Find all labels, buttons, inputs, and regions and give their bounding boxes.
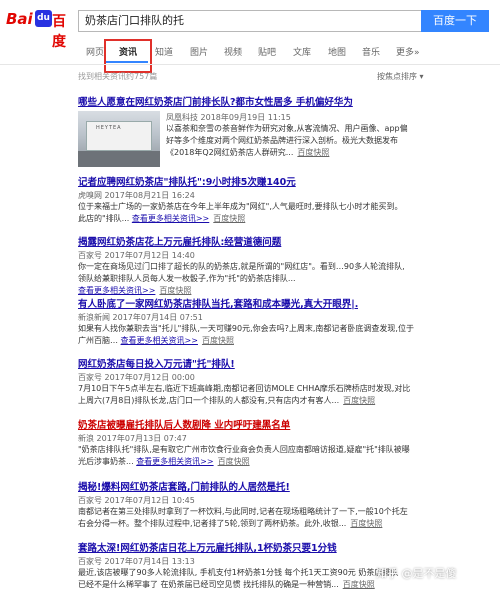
result-item: 网红奶茶店每日投入万元请"托"排队! 百家号 2017年07月12日 00:00… xyxy=(78,358,438,407)
snapshot-link[interactable]: 百度快照 xyxy=(350,519,382,528)
result-abstract-line: 好等多个维度对两个网红奶茶品牌进行深入剖析。极光大数据发布 xyxy=(166,136,398,145)
result-footer: 广州百脑… 查看更多相关资讯>> 百度快照 xyxy=(78,335,358,347)
result-meta: 百家号 2017年07月12日 10:45 xyxy=(78,496,195,505)
result-item: 揭露网红奶茶店花上万元雇托排队:经营道德问题 百家号 2017年07月12日 1… xyxy=(78,236,438,297)
tab-wenku[interactable]: 文库 xyxy=(293,45,311,58)
result-item: 哪些人愿意在网红奶茶店门前排长队?都市女性居多 手机偏好华为 xyxy=(78,96,378,109)
abstract-text: 《2018年Q2网红奶茶店人群研究... xyxy=(166,148,294,157)
result-meta: 凤凰科技 2018年09月19日 11:15 xyxy=(166,113,291,122)
result-title[interactable]: 揭秘!爆料网红奶茶店套路,门前排队的人居然是托! xyxy=(78,481,438,494)
result-item: 记者应聘网红奶茶店"排队托":9小时排5次赚140元 虎嗅网 2017年08月2… xyxy=(78,176,438,225)
result-item: 有人卧底了一家网红奶茶店排队当托,套路和成本曝光,真大开眼界|... 新浪新闻 … xyxy=(78,298,414,347)
tab-more[interactable]: 更多» xyxy=(396,45,420,58)
result-count: 找到相关资讯约757篇 xyxy=(78,72,158,81)
baidu-logo[interactable]: Bai du 百度 xyxy=(6,9,74,50)
result-title[interactable]: 网红奶茶店每日投入万元请"托"排队! xyxy=(78,358,438,371)
snapshot-link[interactable]: 百度快照 xyxy=(202,336,234,345)
result-meta: 百家号 2017年07月12日 14:40 xyxy=(78,251,195,260)
abstract-text: 上周六(7月8日)排队长龙,店门口一个排队的人都没有,只有店内才有客人... xyxy=(78,396,340,405)
abstract-text: 右会分得一杯。整个排队过程中,记者排了5轮,领到了两杯奶茶。此外,收银... xyxy=(78,519,347,528)
store-sign-text: HEYTEA xyxy=(96,125,122,131)
abstract-text: 此店的"排队... xyxy=(78,214,130,223)
snapshot-link[interactable]: 百度快照 xyxy=(159,286,191,295)
abstract-text: 已经不是什么稀罕事了 在奶茶届已经司空见惯 找托排队的确是一种营销... xyxy=(78,580,339,589)
more-news-link[interactable]: 查看更多相关资讯>> xyxy=(78,286,155,295)
result-footer: 此店的"排队... 查看更多相关资讯>> 百度快照 xyxy=(78,213,438,225)
tab-web[interactable]: 网页 xyxy=(86,45,104,58)
search-input[interactable]: 奶茶店门口排队的托 xyxy=(78,10,421,32)
tab-video[interactable]: 视频 xyxy=(224,45,242,58)
result-footer: 查看更多相关资讯>> 百度快照 xyxy=(78,285,438,297)
header: Bai du 百度 奶茶店门口排队的托 百度一下 xyxy=(0,0,500,50)
more-news-link[interactable]: 查看更多相关资讯>> xyxy=(121,336,198,345)
snapshot-link[interactable]: 百度快照 xyxy=(218,457,250,466)
crowd-image xyxy=(78,151,160,167)
result-abstract-line: 《2018年Q2网红奶茶店人群研究... 百度快照 xyxy=(166,147,416,159)
result-item: 奶茶店被曝雇托排队后人数剧降 业内呼吁建黑名单 新浪 2017年07月13日 0… xyxy=(78,419,438,468)
result-abstract-line: 7月10日下午5点半左右,临近下班高峰期,南都记者回访MOLE CHHA摩乐石牌… xyxy=(78,384,411,393)
result-abstract-line: 如果有人找你兼职去当"托儿"排队,一天可赚90元,你会去吗?上周末,南都记者卧底… xyxy=(78,324,414,333)
result-title[interactable]: 记者应聘网红奶茶店"排队托":9小时排5次赚140元 xyxy=(78,176,438,189)
result-thumbnail[interactable]: HEYTEA xyxy=(78,111,160,167)
tab-images[interactable]: 图片 xyxy=(190,45,208,58)
result-body: 凤凰科技 2018年09月19日 11:15 以喜茶和奈雪の茶音鲜作为研究对象,… xyxy=(166,111,416,159)
result-title[interactable]: 奶茶店被曝雇托排队后人数剧降 业内呼吁建黑名单 xyxy=(78,419,438,432)
tab-map[interactable]: 地图 xyxy=(328,45,346,58)
logo-bai-text: Bai xyxy=(6,10,33,28)
result-title[interactable]: 有人卧底了一家网红奶茶店排队当托,套路和成本曝光,真大开眼界|... xyxy=(78,298,358,311)
tab-music[interactable]: 音乐 xyxy=(362,45,380,58)
result-meta: 新浪 2017年07月13日 07:47 xyxy=(78,434,187,443)
result-abstract-line: 你一定在商场见过门口排了超长的队的奶茶店,就是所谓的"网红店"。看到…90多人轮… xyxy=(78,262,405,271)
result-footer: 右会分得一杯。整个排队过程中,记者排了5轮,领到了两杯奶茶。此外,收银... 百度… xyxy=(78,518,438,530)
abstract-text: 光后涉事奶茶... xyxy=(78,457,134,466)
result-meta: 虎嗅网 2017年08月21日 16:24 xyxy=(78,191,195,200)
tab-bar: 网页 资讯 知道 图片 视频 贴吧 文库 地图 音乐 更多» xyxy=(0,42,500,64)
result-title[interactable]: 套路太深!网红奶茶店日花上万元雇托排队,1杯奶茶只要1分钱 xyxy=(78,542,438,555)
more-news-link[interactable]: 查看更多相关资讯>> xyxy=(136,457,213,466)
sort-dropdown[interactable]: 按焦点排序 ▾ xyxy=(377,71,424,82)
result-footer: 光后涉事奶茶... 查看更多相关资讯>> 百度快照 xyxy=(78,456,438,468)
result-abstract-line: 领队给兼职排队人员每人发一枚骰子,作为"托"的奶茶店排队... xyxy=(78,274,296,283)
abstract-text: 广州百脑… xyxy=(78,336,118,345)
result-abstract-line: 位于来福士广场的一家奶茶店在今年上半年成为"网红",人气最旺时,要排队七小时才能… xyxy=(78,202,403,211)
tab-tieba[interactable]: 贴吧 xyxy=(258,45,276,58)
result-title[interactable]: 哪些人愿意在网红奶茶店门前排长队?都市女性居多 手机偏好华为 xyxy=(78,96,378,109)
watermark: 知乎 @是不是傻 xyxy=(376,567,457,580)
paw-icon: du xyxy=(35,10,52,27)
snapshot-link[interactable]: 百度快照 xyxy=(343,580,375,589)
result-meta: 新浪新闻 2017年07月14日 07:51 xyxy=(78,313,203,322)
result-abstract-line: "奶茶店排队托"排队,是有取它广州市饮食行业商会负责人回应南都暗访报道,疑雇"托… xyxy=(78,445,410,454)
result-footer: 上周六(7月8日)排队长龙,店门口一个排队的人都没有,只有店内才有客人... 百度… xyxy=(78,395,438,407)
highlight-box xyxy=(104,39,152,73)
snapshot-link[interactable]: 百度快照 xyxy=(213,214,245,223)
result-abstract-line: 南都记者在第三处排队时拿到了一杯饮料,与此同时,记者在现场粗略统计了一下,一般1… xyxy=(78,507,408,516)
tab-divider xyxy=(0,64,500,65)
tab-zhidao[interactable]: 知道 xyxy=(155,45,173,58)
result-item: 揭秘!爆料网红奶茶店套路,门前排队的人居然是托! 百家号 2017年07月12日… xyxy=(78,481,438,530)
result-meta: 百家号 2017年07月12日 00:00 xyxy=(78,373,195,382)
snapshot-link[interactable]: 百度快照 xyxy=(343,396,375,405)
more-news-link[interactable]: 查看更多相关资讯>> xyxy=(132,214,209,223)
result-title[interactable]: 揭露网红奶茶店花上万元雇托排队:经营道德问题 xyxy=(78,236,438,249)
result-abstract-line: 以喜茶和奈雪の茶音鲜作为研究对象,从客流情况、用户画像、app偏 xyxy=(166,124,408,133)
search-button[interactable]: 百度一下 xyxy=(421,10,489,32)
snapshot-link[interactable]: 百度快照 xyxy=(297,148,329,157)
